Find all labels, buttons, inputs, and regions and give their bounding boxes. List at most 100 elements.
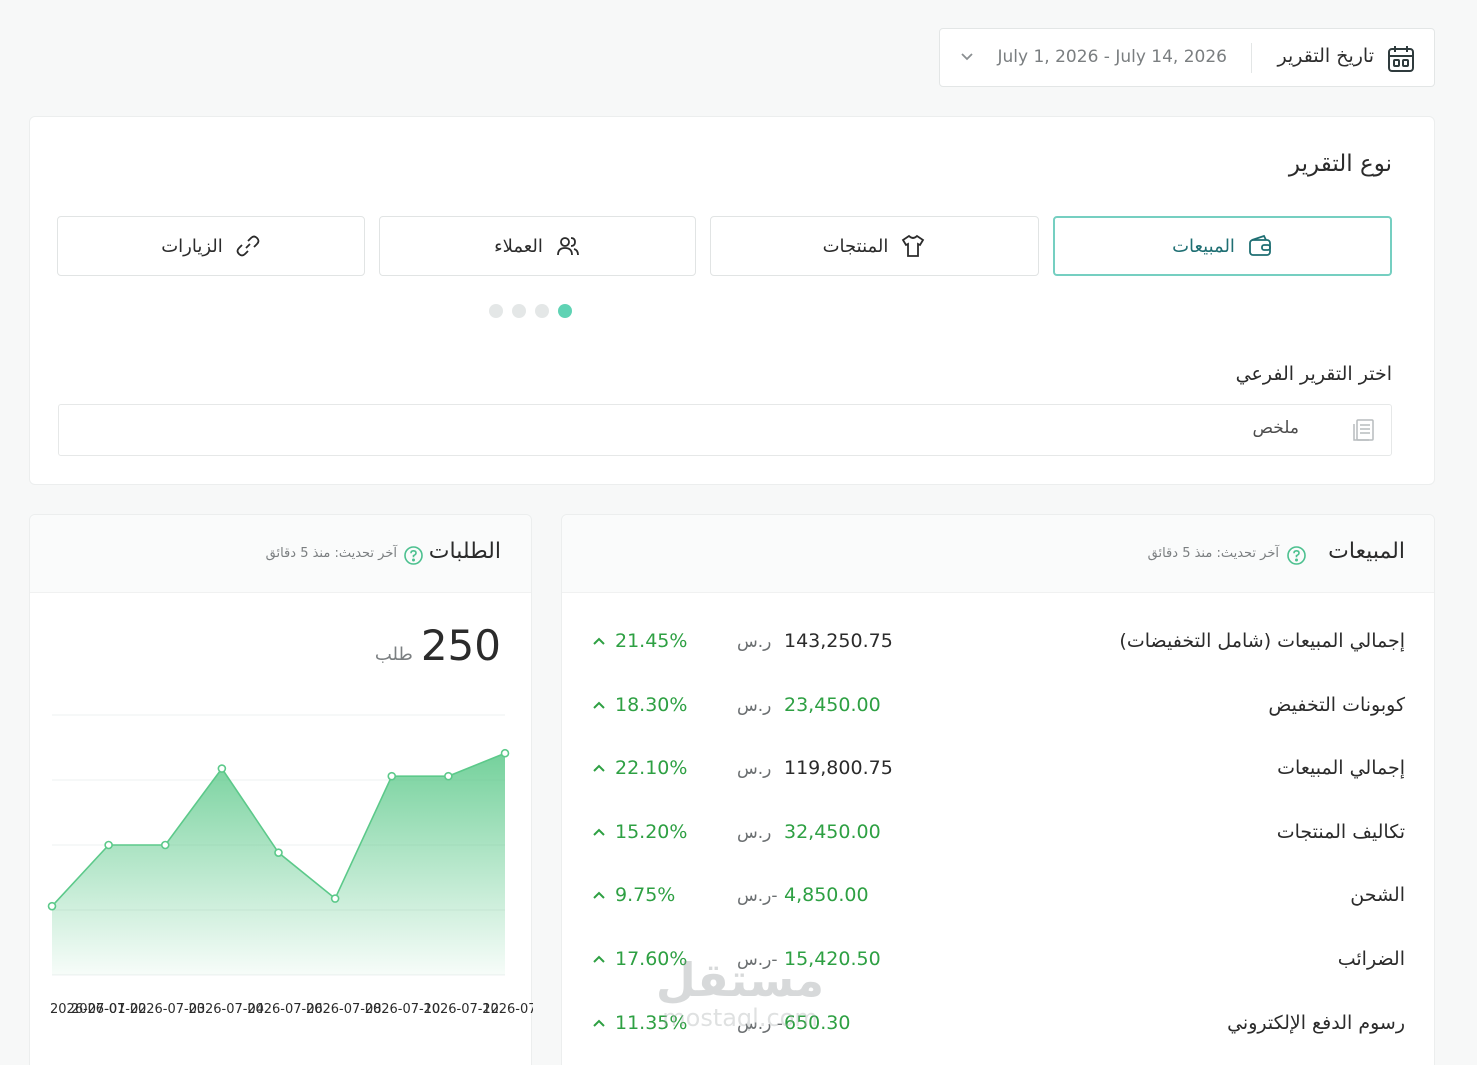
metric-change-value: 21.45% (615, 630, 688, 652)
metric-currency: ر.س (737, 823, 772, 843)
metric-currency: - ر.س (737, 1014, 783, 1034)
metric-change-value: 11.35% (615, 1012, 688, 1034)
sales-metric-row: تكاليف المنتجات 32,450.00 ر.س 15.20% (562, 814, 1434, 854)
metric-currency: -ر.س (737, 886, 778, 906)
metric-value: 650.30 (784, 1012, 851, 1034)
divider (1251, 43, 1252, 73)
orders-data-point (160, 840, 170, 850)
metric-change: 21.45% (592, 630, 687, 652)
chevron-up-icon (593, 764, 605, 772)
metric-change: 9.75% (592, 884, 675, 906)
metric-value: 119,800.75 (784, 757, 893, 779)
chevron-up-icon (593, 891, 605, 899)
sales-metric-row: إجمالي المبيعات (شامل التخفيضات) 143,250… (562, 623, 1434, 663)
link-icon (236, 235, 260, 257)
tab-visits-label: الزيارات (161, 235, 223, 257)
tab-customers-label: العملاء (494, 235, 543, 257)
metric-currency: ر.س (737, 696, 772, 716)
pager-dot[interactable] (512, 304, 526, 318)
report-type-title: نوع التقرير (1288, 151, 1392, 177)
orders-title: الطلبات (428, 539, 501, 564)
orders-card-header: الطلبات آخر تحديث: منذ 5 دقائق (30, 515, 531, 593)
metric-label: رسوم الدفع الإلكتروني (1227, 1012, 1405, 1034)
orders-data-point (330, 894, 340, 903)
users-icon (556, 237, 579, 256)
tab-visits[interactable]: الزيارات (57, 216, 365, 276)
metric-currency: -ر.س (737, 950, 778, 970)
chevron-up-icon (593, 955, 605, 963)
sales-metric-row: الشحن 4,850.00 -ر.س 9.75% (562, 877, 1434, 917)
orders-data-point (444, 771, 453, 781)
orders-count-value: 250 (420, 621, 501, 670)
sales-card: المبيعات آخر تحديث: منذ 5 دقائق إجمالي ا… (561, 514, 1435, 1065)
orders-data-point (274, 848, 283, 857)
tab-customers[interactable]: العملاء (379, 216, 696, 276)
metric-value: 32,450.00 (784, 821, 881, 843)
sales-last-updated: آخر تحديث: منذ 5 دقائق (1147, 546, 1279, 561)
tab-pager-dots (489, 304, 572, 318)
chevron-up-icon (593, 828, 605, 836)
metric-change: 15.20% (592, 821, 687, 843)
help-icon[interactable] (403, 545, 424, 566)
metric-currency: ر.س (737, 759, 772, 779)
metric-label: إجمالي المبيعات (1277, 757, 1405, 779)
metric-change-value: 9.75% (615, 884, 676, 906)
orders-count: 250 طلب (375, 621, 501, 670)
document-icon (1353, 419, 1374, 441)
metric-change: 11.35% (592, 1012, 687, 1034)
metric-value: 23,450.00 (784, 694, 881, 716)
metric-label: تكاليف المنتجات (1276, 821, 1405, 843)
x-axis-tick-label: 2026-07-14 (482, 1002, 533, 1017)
metric-label: كوبونات التخفيض (1268, 694, 1405, 716)
metric-value: 15,420.50 (784, 948, 881, 970)
orders-data-point (500, 748, 510, 758)
date-range-value: July 1, 2026 - July 14, 2026 (997, 47, 1227, 67)
metric-change: 22.10% (592, 757, 687, 779)
metric-change-value: 15.20% (615, 821, 688, 843)
metric-label: إجمالي المبيعات (شامل التخفيضات) (1119, 630, 1405, 652)
sub-report-value: ملخص (1252, 418, 1299, 438)
chevron-down-icon[interactable] (958, 47, 976, 65)
metric-change: 17.60% (592, 948, 687, 970)
orders-data-point (217, 764, 227, 773)
pager-dot-active[interactable] (558, 304, 572, 318)
metric-change-value: 17.60% (615, 948, 688, 970)
chevron-up-icon (593, 701, 605, 709)
pager-dot[interactable] (535, 304, 549, 318)
calendar-icon (1388, 46, 1414, 72)
metric-currency: ر.س (737, 632, 772, 652)
metric-label: الشحن (1350, 884, 1405, 906)
tab-products[interactable]: المنتجات (710, 216, 1039, 276)
shirt-icon (902, 234, 925, 257)
wallet-icon (1249, 234, 1271, 256)
sales-title: المبيعات (1328, 539, 1405, 564)
sales-metric-row: الضرائب 15,420.50 -ر.س 17.60% (562, 941, 1434, 981)
sales-metric-row: رسوم الدفع الإلكتروني 650.30 - ر.س 11.35… (562, 1005, 1434, 1045)
pager-dot[interactable] (489, 304, 503, 318)
orders-area-fill (52, 753, 505, 975)
metric-change-value: 22.10% (615, 757, 688, 779)
sales-metric-row: إجمالي المبيعات 119,800.75 ر.س 22.10% (562, 750, 1434, 790)
orders-data-point (387, 771, 397, 781)
metric-value: 143,250.75 (784, 630, 893, 652)
sub-report-label: اختر التقرير الفرعي (1235, 363, 1392, 385)
report-date-picker[interactable]: تاريخ التقرير July 1, 2026 - July 14, 20… (939, 28, 1435, 87)
sales-metric-row: كوبونات التخفيض 23,450.00 ر.س 18.30% (562, 687, 1434, 727)
orders-last-updated: آخر تحديث: منذ 5 دقائق (265, 546, 397, 561)
help-icon[interactable] (1286, 545, 1307, 566)
orders-area-chart: 2026-07-012026-07-022026-07-032026-07-04… (47, 714, 533, 1017)
tab-products-label: المنتجات (822, 235, 889, 257)
metric-change: 18.30% (592, 694, 687, 716)
tab-sales[interactable]: المبيعات (1053, 216, 1392, 276)
orders-count-unit: طلب (374, 644, 413, 665)
sub-report-select[interactable]: ملخص (58, 404, 1392, 456)
tab-sales-label: المبيعات (1172, 235, 1235, 257)
orders-card: الطلبات آخر تحديث: منذ 5 دقائق 250 طلب 2… (29, 514, 533, 1065)
orders-data-point (47, 901, 57, 911)
orders-data-point (104, 840, 113, 850)
metric-change-value: 18.30% (615, 694, 688, 716)
metric-value: 4,850.00 (784, 884, 869, 906)
report-type-card: نوع التقرير المبيعات المنتجات العملاء ال… (29, 116, 1435, 485)
chevron-up-icon (593, 637, 605, 645)
sales-card-header: المبيعات آخر تحديث: منذ 5 دقائق (562, 515, 1434, 593)
